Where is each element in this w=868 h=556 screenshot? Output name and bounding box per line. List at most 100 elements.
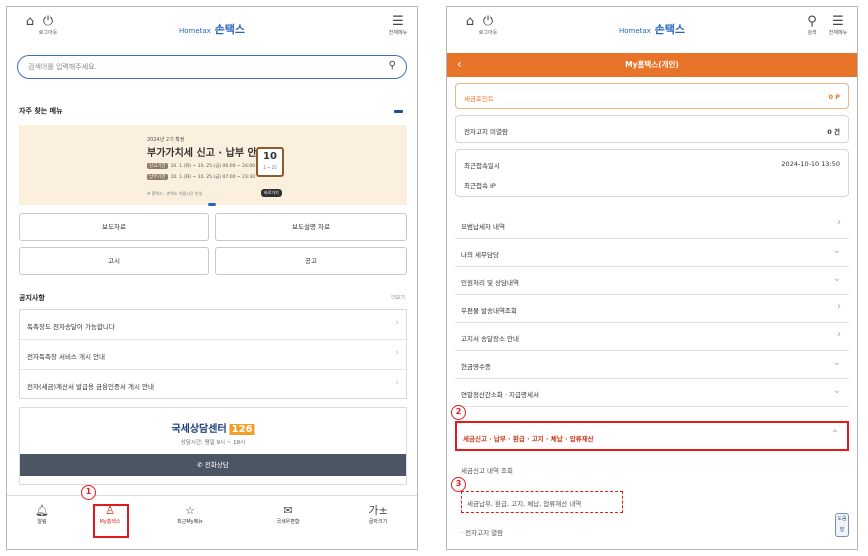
- logout-button[interactable]: ⏻ 로그아웃: [473, 14, 503, 37]
- sub-menu-item[interactable]: · 전자고지 열람: [461, 527, 503, 537]
- last-login-ip-label: 최근접속 IP: [464, 182, 496, 190]
- e-notice-unread-value: 0 건: [827, 128, 840, 136]
- announcement-button[interactable]: 공고: [215, 247, 407, 275]
- all-menu-button[interactable]: ☰ 전체메뉴: [823, 14, 853, 37]
- banner-pagination[interactable]: [208, 199, 216, 209]
- nav-mailbox-label: 국세우편함: [276, 519, 300, 525]
- all-menu-button[interactable]: ☰ 전체메뉴: [383, 15, 413, 37]
- logo-sub: Hometax: [618, 27, 651, 35]
- chevron-down-icon: ⌄: [832, 385, 841, 396]
- nav-text-size[interactable]: 가± 글자크기: [343, 504, 413, 525]
- notice-gosi-button[interactable]: 고시: [19, 247, 209, 275]
- logout-label: 로그아웃: [478, 30, 498, 36]
- search-icon[interactable]: ⚲: [389, 60, 396, 71]
- e-notice-unread-label: 전자고지 미열람: [464, 128, 508, 136]
- last-login-value: 2024-10-10 13:50: [781, 160, 840, 168]
- menu-item[interactable]: 현금영수증 ⌄: [455, 351, 849, 379]
- notice-item[interactable]: 전자(세금)계산서 발급용 금융인증서 개시 안내 ›: [20, 370, 406, 400]
- phone-consult-button[interactable]: ✆ 전화상담: [20, 454, 406, 476]
- tax-points-value: 0 P: [828, 93, 840, 101]
- notice-item[interactable]: 전자독촉장 서비스 개시 안내 ›: [20, 340, 406, 370]
- power-icon: ⏻: [42, 14, 54, 29]
- calendar-number: 10: [263, 151, 277, 162]
- menu-item[interactable]: 연말정산간소화 · 지급명세서 ⌄: [455, 379, 849, 407]
- notice-item[interactable]: 독촉장도 전자송달이 가능합니다 ›: [20, 310, 406, 340]
- highlight-box: [93, 504, 129, 538]
- page-title: My홈택스(개인): [625, 60, 679, 69]
- pagination-dot[interactable]: [208, 203, 216, 206]
- star-icon: ☆: [185, 504, 195, 517]
- search-input[interactable]: 검색어를 입력해주세요. ⚲: [17, 55, 407, 79]
- menu-item[interactable]: 나의 세무담당 ⌄: [455, 239, 849, 267]
- nav-alarm[interactable]: 🔔︎ 알림: [7, 504, 77, 525]
- menu-item-label: 현금영수증: [461, 363, 491, 371]
- phone-icon: ✆: [197, 461, 205, 469]
- press-explanation-button[interactable]: 보도설명 자료: [215, 213, 407, 241]
- all-menu-label: 전체메뉴: [828, 30, 848, 36]
- back-arrow-icon[interactable]: ‹: [457, 57, 462, 71]
- notice-list: 독촉장도 전자송달이 가능합니다 › 전자독촉장 서비스 개시 안내 › 전자(…: [19, 309, 407, 399]
- chevron-down-icon: ⌄: [832, 245, 841, 256]
- help-button[interactable]: 도움말: [835, 513, 849, 537]
- favorites-header[interactable]: 자주 찾는 메뉴: [7, 99, 417, 123]
- banner-note: ※ 홈택스 · 손택스 이용시간 안내: [147, 191, 203, 196]
- sontax-logo[interactable]: Hometax 손택스: [619, 21, 685, 37]
- chevron-right-icon: ›: [837, 329, 841, 340]
- menu-item-label: 연말정산간소화 · 지급명세서: [461, 391, 539, 399]
- banner-row-text: 10. 1.(화) ~ 10. 25.(금) 06:00 ~ 24:00: [170, 164, 256, 169]
- page-header: ‹ My홈택스(개인): [447, 53, 857, 77]
- consult-hours: 상담시간: 평일 9시 ~ 18시: [180, 440, 246, 446]
- step-marker-2: 2: [451, 405, 466, 420]
- step-marker-3: 3: [451, 477, 466, 492]
- chevron-right-icon: ›: [395, 378, 399, 388]
- banner-row-text: 10. 1.(화) ~ 10. 25.(금) 07:00 ~ 23:30: [170, 175, 256, 180]
- chevron-down-icon: ⌄: [832, 357, 841, 368]
- tax-points-row[interactable]: 세금포인트 0 P: [455, 83, 849, 109]
- press-release-button[interactable]: 보도자료: [19, 213, 209, 241]
- menu-item[interactable]: 우편물 발송내역조회 ›: [455, 295, 849, 323]
- banner-row-1: 신고기간 10. 1.(화) ~ 10. 25.(금) 06:00 ~ 24:00: [147, 163, 255, 169]
- favorites-title: 자주 찾는 메뉴: [19, 107, 63, 115]
- collapse-icon[interactable]: [394, 110, 403, 113]
- all-menu-label: 전체메뉴: [388, 30, 408, 36]
- menu-item-label: 우편물 발송내역조회: [461, 307, 517, 315]
- nav-mailbox[interactable]: ✉ 국세우편함: [253, 504, 323, 525]
- sontax-logo[interactable]: Hometax 손택스: [179, 21, 245, 37]
- search-placeholder: 검색어를 입력해주세요.: [28, 63, 97, 71]
- menu-item[interactable]: 민원처리 및 상담내역 ⌄: [455, 267, 849, 295]
- consult-name-text: 국세상담센터: [171, 424, 227, 435]
- notice-title: 공지사항: [19, 294, 45, 302]
- menu-item-tax-payment[interactable]: 세금신고 · 납부 · 환급 · 고지 · 체납 · 압류재산 ⌃: [455, 421, 849, 451]
- chevron-down-icon: ⌄: [832, 273, 841, 284]
- consult-center-card: 국세상담센터 126 상담시간: 평일 9시 ~ 18시 ✆ 전화상담: [19, 407, 407, 485]
- menu-item-label: 민원처리 및 상담내역: [461, 279, 519, 287]
- banner-go-button[interactable]: 바로가기: [261, 189, 282, 197]
- e-notice-unread-row[interactable]: 전자고지 미열람 0 건: [455, 115, 849, 143]
- hamburger-icon: ☰: [832, 14, 844, 29]
- last-login-box: 최근접속일시 2024-10-10 13:50 최근접속 IP: [455, 149, 849, 197]
- logout-label: 로그아웃: [38, 30, 58, 36]
- calendar-icon: 10 1 ~ 25: [256, 147, 284, 177]
- notice-item-text: 독촉장도 전자송달이 가능합니다: [27, 323, 115, 331]
- menu-item[interactable]: 고지서 송달장소 안내 ›: [455, 323, 849, 351]
- vat-banner[interactable]: 2024년 2기 확정 부가가치세 신고 · 납부 안내 신고기간 10. 1.(…: [19, 125, 407, 205]
- nav-recent-menu[interactable]: ☆ 최근My메뉴: [155, 504, 225, 525]
- menu-item-label: 모범납세자 내역: [461, 223, 505, 231]
- logout-button[interactable]: ⏻ 로그아웃: [33, 14, 63, 37]
- sub-menu-item[interactable]: 세금신고 내역 조회: [461, 465, 513, 475]
- sub-menu-item-payment-history[interactable]: 세금납부, 환급, 고지, 체납, 압류재산 내역: [467, 498, 581, 508]
- menu-item-label: 세금신고 · 납부 · 환급 · 고지 · 체납 · 압류재산: [463, 435, 594, 443]
- mail-icon: ✉: [283, 504, 293, 517]
- notice-more-link[interactable]: 더보기: [391, 294, 405, 301]
- chevron-right-icon: ›: [395, 318, 399, 328]
- menu-item[interactable]: 모범납세자 내역 ›: [455, 211, 849, 239]
- power-icon: ⏻: [482, 14, 494, 29]
- phone-consult-label: 전화상담: [204, 461, 229, 469]
- calendar-range: 1 ~ 25: [263, 165, 277, 170]
- menu-item-label: 고지서 송달장소 안내: [461, 335, 519, 343]
- step-marker-1: 1: [81, 485, 96, 500]
- text-size-icon: 가±: [368, 504, 388, 517]
- top-bar: ⌂ ⏻ 로그아웃 Hometax 손택스 ☰ 전체메뉴: [7, 7, 417, 53]
- banner-tag: 신고기간: [147, 163, 168, 169]
- consult-number: 126: [229, 424, 255, 435]
